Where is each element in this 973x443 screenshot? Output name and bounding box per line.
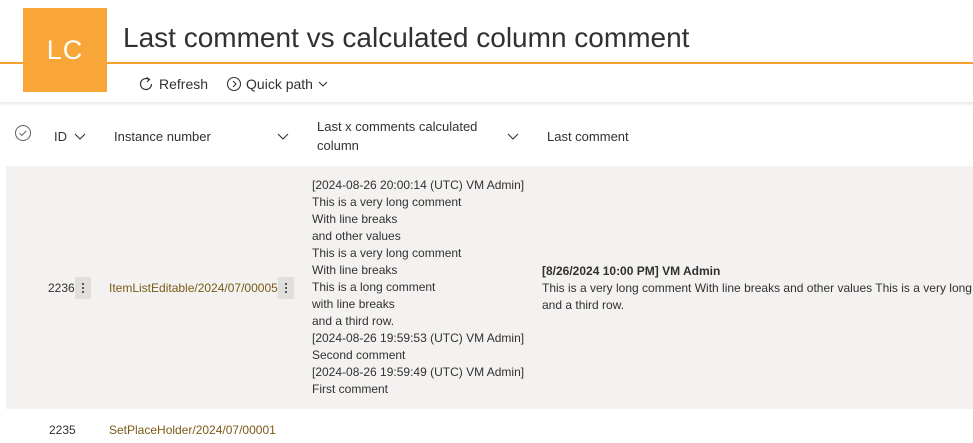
row-more-button[interactable] [75, 277, 91, 299]
column-header-last-x-comments-line2: column [317, 138, 359, 153]
calculated-comment-line: This is a long comment [312, 280, 436, 294]
last-comment-header: [8/26/2024 10:00 PM] VM Admin [542, 264, 721, 278]
calculated-comment-line: [2024-08-26 19:59:49 (UTC) VM Admin] [312, 365, 525, 379]
chevron-down-icon [507, 133, 519, 140]
site-logo[interactable]: LC [23, 8, 107, 92]
column-header-last-comment-label: Last comment [547, 128, 629, 144]
quick-path-button[interactable]: Quick path [226, 76, 328, 92]
column-header-last-comment[interactable]: Last comment [547, 106, 629, 166]
column-header-id[interactable]: ID [54, 106, 86, 166]
calculated-comments-cell: [2024-08-26 20:00:14 (UTC) VM Admin] Thi… [312, 177, 524, 398]
column-header-last-x-comments[interactable]: Last x comments calculated column [317, 106, 527, 166]
instance-more-button[interactable] [278, 277, 294, 299]
column-header-last-x-comments-line1: Last x comments calculated [317, 119, 478, 134]
calculated-comment-line: With line breaks [312, 263, 398, 277]
column-header-row: ID Instance number Last x comments calcu… [0, 106, 973, 166]
calculated-comment-line: This is a very long comment [312, 246, 462, 260]
calculated-comment-line: First comment [312, 382, 389, 396]
refresh-icon [139, 77, 153, 91]
chevron-down-icon [277, 133, 289, 140]
row-id: 2235 [49, 423, 76, 437]
page-title: Last comment vs calculated column commen… [123, 22, 690, 53]
chevron-down-icon [318, 81, 328, 87]
calculated-comment-line: and a third row. [312, 314, 395, 328]
command-bar: Refresh Quick path [137, 72, 346, 96]
row-id: 2236 [48, 281, 75, 295]
column-header-id-label: ID [54, 128, 67, 144]
instance-number-link[interactable]: SetPlaceHolder/2024/07/00001 [109, 422, 276, 439]
calculated-comment-line: This is a very long comment [312, 195, 462, 209]
circle-arrow-icon [226, 76, 242, 92]
page-header: Last comment vs calculated column commen… [0, 0, 973, 64]
last-comment-cell: [8/26/2024 10:00 PM] VM Admin This is a … [542, 263, 973, 314]
quick-path-label: Quick path [246, 76, 313, 92]
calculated-comment-line: [2024-08-26 20:00:14 (UTC) VM Admin] [312, 178, 525, 192]
instance-number-link[interactable]: ItemListEditable/2024/07/00005 [109, 280, 278, 297]
calculated-comment-line: and other values [312, 229, 401, 243]
chevron-down-icon [74, 133, 86, 140]
calculated-comment-line: [2024-08-26 19:59:53 (UTC) VM Admin] [312, 331, 525, 345]
column-header-instance-number[interactable]: Instance number [114, 106, 294, 166]
calculated-comment-line: Second comment [312, 348, 406, 362]
column-header-instance-number-label: Instance number [114, 128, 211, 144]
last-comment-text: and a third row. [542, 298, 625, 312]
refresh-label: Refresh [159, 76, 209, 92]
refresh-button[interactable]: Refresh [137, 75, 208, 93]
last-comment-text: This is a very long comment With line br… [542, 281, 973, 295]
calculated-comment-line: With line breaks [312, 212, 398, 226]
calculated-comment-line: with line breaks [312, 297, 395, 311]
